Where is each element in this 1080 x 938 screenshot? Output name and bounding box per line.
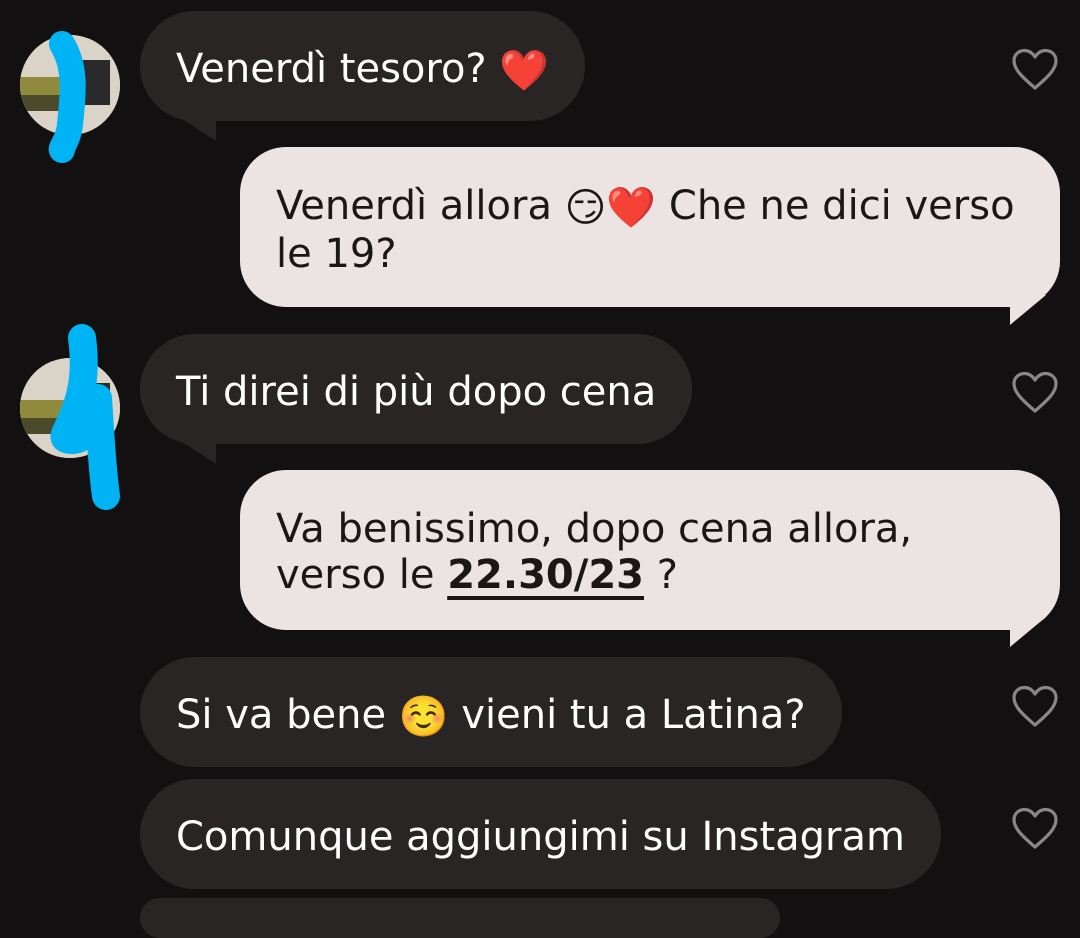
message-incoming[interactable]: Ti direi di più dopo cena — [140, 334, 693, 444]
message-text: vieni tu a Latina? — [448, 692, 806, 738]
heart-outline-icon[interactable] — [1011, 685, 1059, 729]
message-outgoing[interactable]: Venerdì allora 😏❤️ Che ne dici verso le … — [240, 147, 1060, 307]
redaction-mark — [50, 324, 120, 510]
message-incoming[interactable]: Comunque aggiungimi su Instagram — [140, 779, 941, 889]
message-outgoing[interactable]: Va benissimo, dopo cena allora, verso le… — [240, 470, 1060, 630]
redaction-mark — [49, 31, 86, 163]
message-text: Ti direi di più dopo cena — [176, 369, 657, 415]
time-link[interactable]: 22.30/23 — [447, 552, 644, 598]
heart-outline-icon[interactable] — [1011, 807, 1059, 851]
message-text: Comunque aggiungimi su Instagram — [176, 814, 905, 860]
heart-outline-icon[interactable] — [1011, 371, 1059, 415]
bubble-tail — [176, 115, 216, 141]
message-incoming[interactable]: Venerdì tesoro? ❤️ — [140, 11, 586, 121]
message-text: Venerdì tesoro? — [176, 46, 500, 92]
message-incoming[interactable]: Si va bene ☺️ vieni tu a Latina? — [140, 657, 842, 767]
emoji: ☺️ — [398, 694, 449, 740]
message-text: Venerdì allora — [276, 183, 565, 229]
emoji: ❤️ — [499, 48, 550, 94]
bubble-tail — [1010, 295, 1046, 325]
bubble-tail — [176, 438, 216, 464]
message-incoming-partial — [140, 898, 780, 938]
message-text: ? — [644, 552, 678, 598]
message-text: Si va bene — [176, 692, 399, 738]
heart-outline-icon[interactable] — [1011, 48, 1059, 92]
emoji: 😏❤️ — [564, 185, 657, 231]
bubble-tail — [1010, 617, 1046, 647]
